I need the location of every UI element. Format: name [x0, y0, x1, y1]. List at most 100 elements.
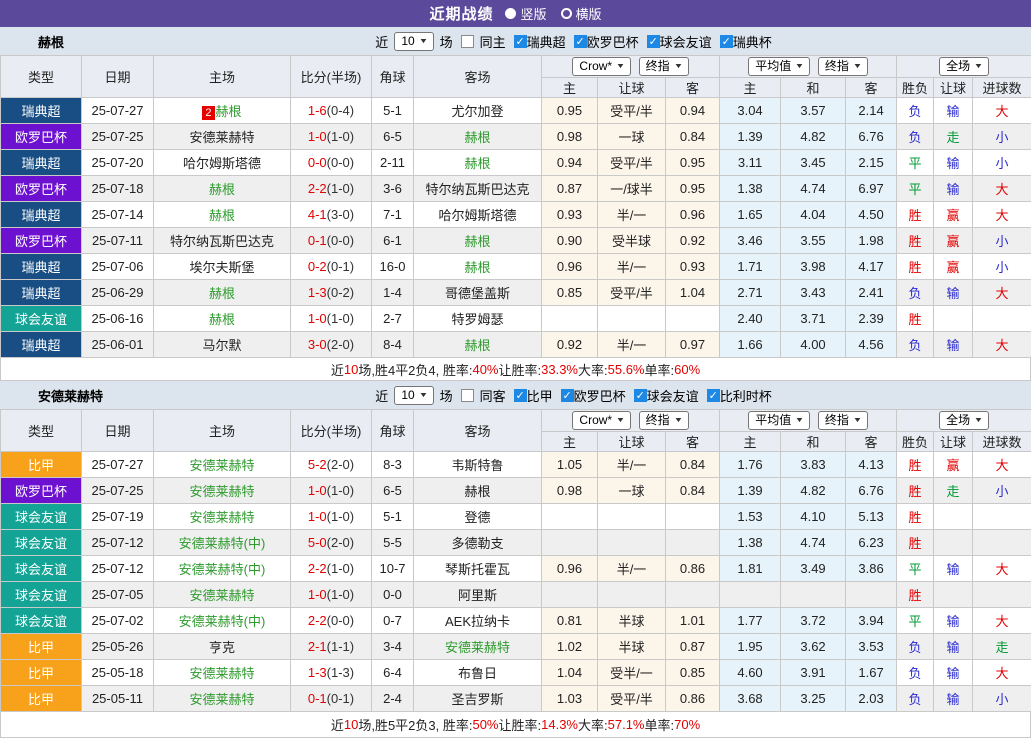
- same-venue-checkbox[interactable]: [461, 35, 474, 48]
- col-score: 比分(半场): [291, 410, 372, 452]
- sub-col-avg-away: 客: [846, 432, 897, 452]
- col-date: 日期: [82, 56, 154, 98]
- home-team-cell: 安德莱赫特: [154, 660, 291, 686]
- date-cell: 25-07-27: [82, 452, 154, 478]
- handicap-home-odds: 0.87: [542, 176, 598, 202]
- avg-draw-odds: 3.43: [781, 280, 846, 306]
- league-checkbox[interactable]: ✓: [514, 35, 527, 48]
- date-cell: 25-06-16: [82, 306, 154, 332]
- handicap-away-odds: [666, 530, 720, 556]
- avg-source-select[interactable]: 平均值▼: [748, 57, 810, 76]
- date-cell: 25-07-05: [82, 582, 154, 608]
- score-cell: 1-0(1-0): [291, 478, 372, 504]
- layout-radio-vertical[interactable]: 竖版: [505, 4, 546, 23]
- scope-select[interactable]: 全场▼: [939, 57, 989, 76]
- avg-home-odds: 2.71: [720, 280, 781, 306]
- odds-source-select[interactable]: Crow*▼: [572, 57, 631, 76]
- avg-source-select[interactable]: 平均值▼: [748, 411, 810, 430]
- corner-cell: 10-7: [372, 556, 414, 582]
- league-type-cell: 瑞典超: [1, 332, 82, 358]
- home-team-name: 特尔纳瓦斯巴达克: [170, 234, 274, 249]
- home-team-name: 埃尔夫斯堡: [189, 260, 254, 275]
- sub-col-goals: 进球数: [973, 432, 1031, 452]
- avg-away-odds: 5.13: [846, 504, 897, 530]
- fulltime-score: 1-3: [308, 665, 327, 680]
- handicap-home-odds: 0.94: [542, 150, 598, 176]
- league-checkbox[interactable]: ✓: [561, 389, 574, 402]
- handicap-line: 半球: [598, 634, 666, 660]
- league-checkbox[interactable]: ✓: [720, 35, 733, 48]
- avg-away-odds: [846, 582, 897, 608]
- league-type-cell: 比甲: [1, 660, 82, 686]
- summary-segment: 70%: [674, 717, 700, 732]
- games-count-select[interactable]: 10▼: [394, 386, 433, 405]
- home-team-cell: 2赫根: [154, 98, 291, 124]
- table-row: 瑞典超25-06-01马尔默3-0(2-0)8-4赫根0.92半/一0.971.…: [1, 332, 1031, 358]
- handicap-home-odds: 0.81: [542, 608, 598, 634]
- league-type-cell: 欧罗巴杯: [1, 478, 82, 504]
- avg-home-odds: 1.95: [720, 634, 781, 660]
- league-type-cell: 球会友谊: [1, 306, 82, 332]
- away-team-cell: 尤尔加登: [414, 98, 542, 124]
- away-team-cell: 哥德堡盖斯: [414, 280, 542, 306]
- same-venue-checkbox[interactable]: [461, 389, 474, 402]
- chevron-down-icon: ▼: [418, 34, 428, 49]
- league-type-cell: 球会友谊: [1, 504, 82, 530]
- odds-time-select[interactable]: 终指▼: [639, 57, 689, 76]
- score-cell: 1-0(1-0): [291, 306, 372, 332]
- league-checkbox[interactable]: ✓: [634, 389, 647, 402]
- home-team-cell: 亨克: [154, 634, 291, 660]
- league-checkbox[interactable]: ✓: [514, 389, 527, 402]
- league-type-cell: 比甲: [1, 686, 82, 712]
- home-team-cell: 赫根: [154, 306, 291, 332]
- home-team-cell: 安德莱赫特: [154, 478, 291, 504]
- handicap-home-odds: 0.90: [542, 228, 598, 254]
- avg-away-odds: 2.14: [846, 98, 897, 124]
- avg-home-odds: [720, 582, 781, 608]
- avg-away-odds: 3.86: [846, 556, 897, 582]
- handicap-odds-group: Crow*▼ 终指▼: [542, 410, 720, 432]
- table-row: 瑞典超25-07-272赫根1-6(0-4)5-1尤尔加登0.95受平/半0.9…: [1, 98, 1031, 124]
- halftime-score: (2-0): [327, 457, 354, 472]
- sub-col-avg-draw: 和: [781, 432, 846, 452]
- avg-home-odds: 4.60: [720, 660, 781, 686]
- layout-radio-horizontal[interactable]: 横版: [561, 4, 602, 23]
- handicap-result-cell: 走: [934, 124, 973, 150]
- home-team-name: 安德莱赫特: [189, 666, 254, 681]
- league-checkbox[interactable]: ✓: [574, 35, 587, 48]
- avg-draw-odds: 3.57: [781, 98, 846, 124]
- games-label: 场: [440, 386, 453, 405]
- vertical-layout-label: 竖版: [520, 4, 546, 23]
- games-count-select[interactable]: 10▼: [394, 32, 433, 51]
- halftime-score: (0-1): [327, 691, 354, 706]
- date-cell: 25-07-12: [82, 556, 154, 582]
- summary-segment: 10: [344, 362, 358, 377]
- score-cell: 5-2(2-0): [291, 452, 372, 478]
- halftime-score: (2-0): [327, 535, 354, 550]
- result-cell: 负: [897, 660, 934, 686]
- avg-time-select[interactable]: 终指▼: [818, 57, 868, 76]
- away-team-cell: 琴斯托霍瓦: [414, 556, 542, 582]
- league-checkbox[interactable]: ✓: [647, 35, 660, 48]
- summary-segment: 场,胜5平2负3, 胜率:: [358, 715, 472, 734]
- league-checkbox[interactable]: ✓: [707, 389, 720, 402]
- avg-home-odds: 3.68: [720, 686, 781, 712]
- handicap-result-cell: 输: [934, 332, 973, 358]
- fulltime-score: 1-0: [308, 483, 327, 498]
- chevron-down-icon: ▼: [418, 388, 428, 403]
- handicap-line: 半球: [598, 608, 666, 634]
- handicap-away-odds: 0.94: [666, 98, 720, 124]
- avg-home-odds: 1.81: [720, 556, 781, 582]
- avg-draw-odds: 4.10: [781, 504, 846, 530]
- col-home: 主场: [154, 56, 291, 98]
- same-venue-label: 同主: [480, 32, 506, 51]
- home-team-cell: 安德莱赫特: [154, 124, 291, 150]
- odds-source-select[interactable]: Crow*▼: [572, 411, 631, 430]
- chevron-down-icon: ▼: [673, 413, 683, 428]
- avg-away-odds: 6.76: [846, 478, 897, 504]
- avg-time-select[interactable]: 终指▼: [818, 411, 868, 430]
- odds-time-select[interactable]: 终指▼: [639, 411, 689, 430]
- scope-select[interactable]: 全场▼: [939, 411, 989, 430]
- table-row: 比甲25-05-26亨克2-1(1-1)3-4安德莱赫特1.02半球0.871.…: [1, 634, 1031, 660]
- team-section: 安德莱赫特 近 10▼ 场 同客 ✓比甲✓欧罗巴杯✓球会友谊✓比利时杯 类型: [0, 381, 1031, 738]
